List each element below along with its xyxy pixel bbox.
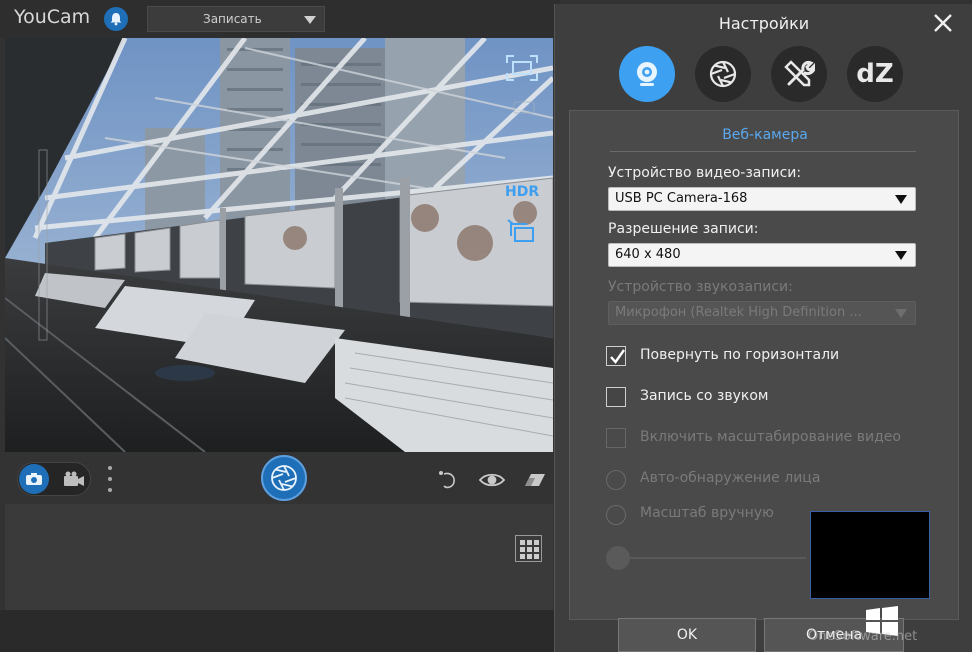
audio-device-label: Устройство звукозаписи: [608,279,793,295]
top-bar: YouCam Записать [0,0,560,38]
tab-dz[interactable]: dZ [847,46,903,102]
zoom-preview-box [810,511,930,599]
mode-select-value: Записать [203,12,262,26]
manual-zoom-radio [606,505,626,525]
video-mode-camcorder-icon[interactable] [62,468,86,490]
chevron-down-icon [895,309,907,318]
webcam-settings-panel: Веб-камера Устройство видео-записи: USB … [569,110,959,620]
dialog-title: Настройки [718,14,810,33]
face-detect-label: Авто-обнаружение лица [640,470,821,486]
face-effect-icon[interactable] [436,470,458,494]
tab-tools[interactable] [771,46,827,102]
app-title: YouCam [14,6,91,28]
effects-tray [5,504,553,610]
section-divider [610,151,916,152]
eye-icon[interactable] [478,471,506,493]
chevron-down-icon [895,251,907,260]
grid-view-icon[interactable] [515,535,542,562]
tab-capture[interactable] [695,46,751,102]
zoom-slider-handle [606,546,630,570]
close-icon[interactable] [932,12,954,34]
resolution-value: 640 x 480 [615,247,681,262]
eraser-icon[interactable] [523,472,547,492]
chevron-down-icon [895,195,907,204]
mode-select[interactable]: Записать [147,6,325,32]
video-device-label: Устройство видео-записи: [608,165,802,181]
face-detect-radio [606,470,626,490]
bottom-strip [0,610,560,652]
zoom-slider-track [616,557,806,559]
manual-zoom-label: Масштаб вручную [640,505,774,521]
tab-webcam[interactable] [619,46,675,102]
checkmark-icon [610,349,625,364]
aperture-icon [709,60,737,88]
hdr-badge[interactable]: HDR [505,184,539,200]
flip-horizontal-checkbox[interactable] [606,346,626,366]
camera-preview: HDR [5,38,553,452]
resolution-label: Разрешение записи: [608,221,759,237]
section-heading: Веб-камера [722,127,808,143]
photo-mode-camera-icon[interactable] [19,464,49,494]
audio-device-value: Микрофон (Realtek High Definition ... [615,305,862,320]
chevron-down-icon [304,16,316,24]
youcam-window: YouCam Записать HDR Настройки dZ Веб-кам… [0,0,972,652]
tools-icon [784,60,815,87]
video-device-value: USB PC Camera-168 [615,191,748,206]
settings-dialog: Настройки dZ Веб-камера Устройство видео… [554,4,972,652]
resolution-select[interactable]: 640 x 480 [608,243,916,267]
shutter-button[interactable] [261,455,307,501]
ok-button[interactable]: OK [618,618,756,652]
flip-horizontal-label: Повернуть по горизонтали [640,347,840,363]
record-audio-checkbox[interactable] [606,387,626,407]
watermark-text: OneSoftware.net [808,629,918,644]
enable-zoom-checkbox [606,428,626,448]
record-audio-label: Запись со звуком [640,388,769,404]
audio-device-select: Микрофон (Realtek High Definition ... [608,301,916,325]
tab-dz-label: dZ [856,59,894,89]
video-device-select[interactable]: USB PC Camera-168 [608,187,916,211]
more-options-icon[interactable] [106,466,114,492]
enable-zoom-label: Включить масштабирование видео [640,429,901,445]
notification-bell-icon[interactable] [104,7,128,31]
camera-feed-image [5,38,553,452]
webcam-icon [637,62,657,86]
